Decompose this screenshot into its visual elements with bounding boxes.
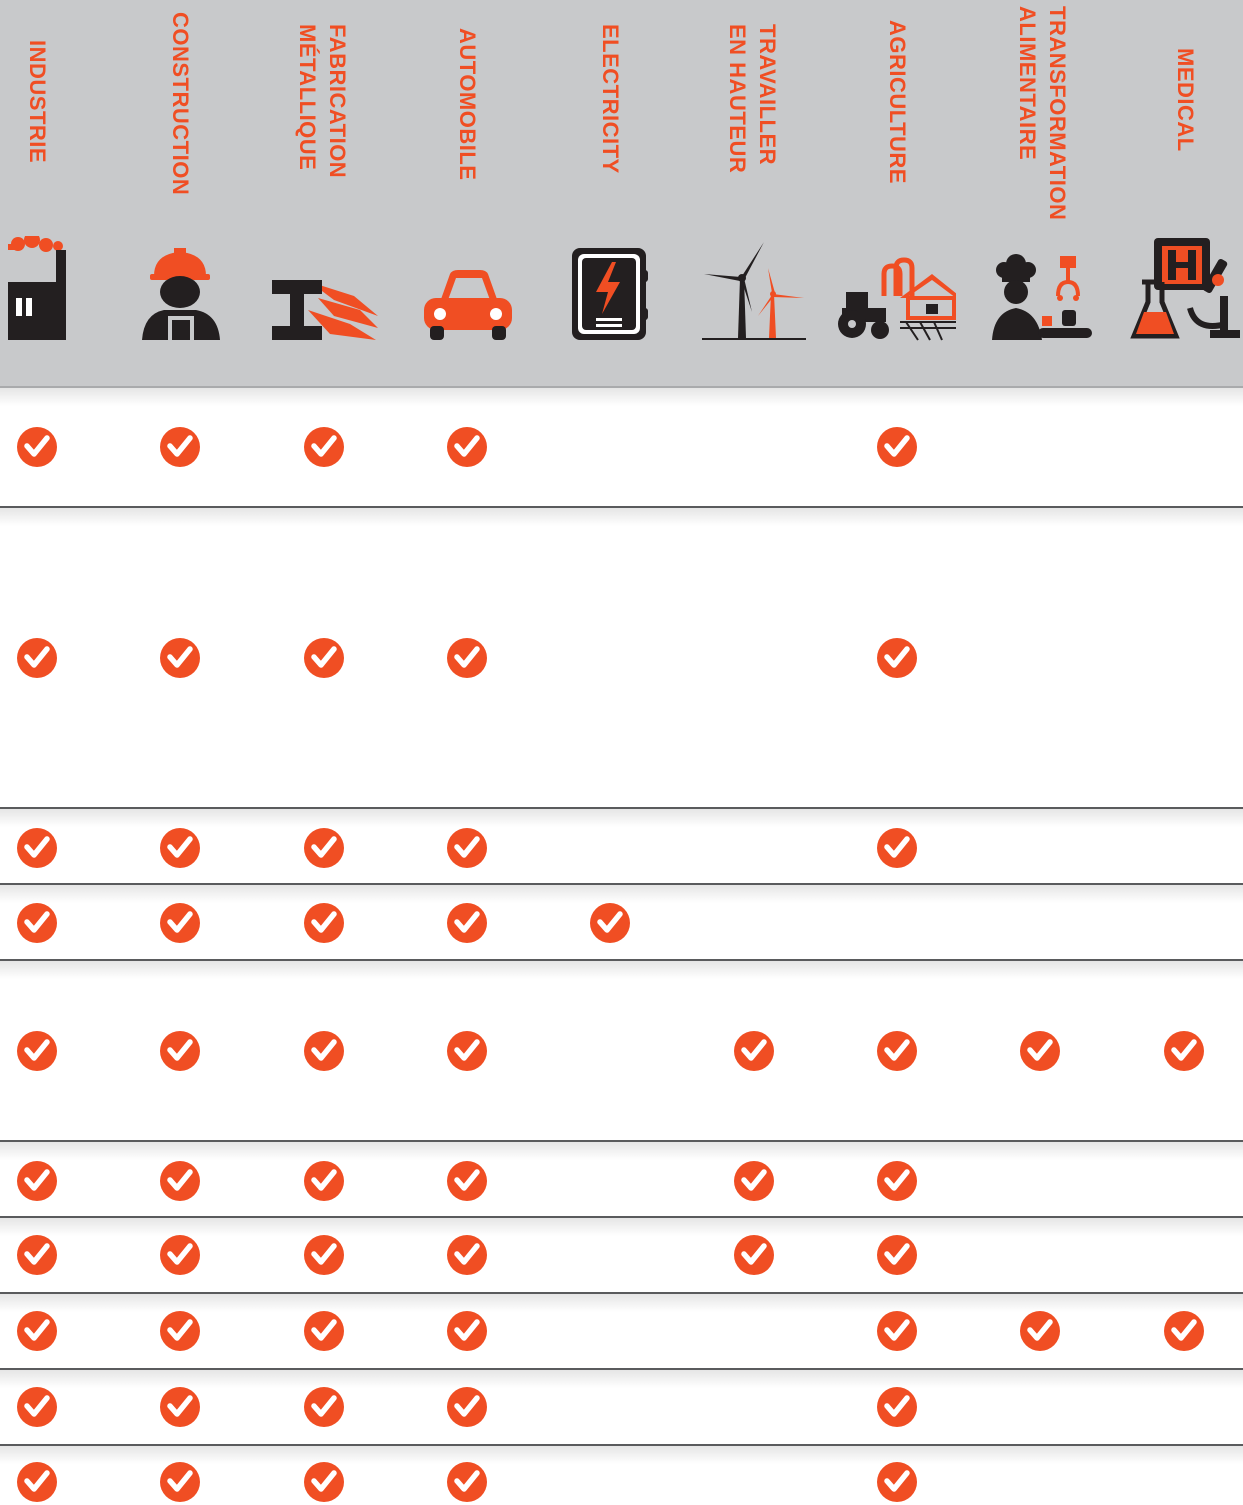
- check-icon: [17, 1462, 57, 1502]
- column-label-agriculture: AGRICULTURE: [885, 20, 910, 184]
- row-divider-shadow: [0, 961, 1243, 979]
- check-icon: [17, 1311, 57, 1351]
- check-icon: [447, 1235, 487, 1275]
- check-icon: [447, 638, 487, 678]
- check-icon: [160, 1235, 200, 1275]
- check-icon: [17, 1235, 57, 1275]
- check-icon: [17, 1387, 57, 1427]
- check-icon: [734, 1235, 774, 1275]
- check-icon: [877, 1311, 917, 1351]
- check-icon: [877, 1387, 917, 1427]
- check-icon: [1020, 1311, 1060, 1351]
- column-label-construction: CONSTRUCTION: [168, 12, 193, 196]
- column-label-industrie: INDUSTRIE: [25, 40, 50, 164]
- medical-lab-icon: [1130, 236, 1240, 346]
- check-icon: [160, 1311, 200, 1351]
- check-icon: [304, 1031, 344, 1071]
- check-icon: [17, 903, 57, 943]
- farm-tractor-icon: [836, 236, 956, 346]
- check-icon: [877, 1161, 917, 1201]
- check-icon: [17, 1161, 57, 1201]
- chef-food-processing-icon: [986, 236, 1096, 346]
- check-icon: [447, 1462, 487, 1502]
- check-icon: [877, 1462, 917, 1502]
- check-icon: [447, 828, 487, 868]
- check-icon: [447, 427, 487, 467]
- row-divider-shadow: [0, 1294, 1243, 1312]
- check-icon: [304, 903, 344, 943]
- check-icon: [877, 1031, 917, 1071]
- industry-applications-matrix: INDUSTRIE CONSTRUCTION FABRICATION MÉTAL…: [0, 0, 1243, 1505]
- check-icon: [17, 638, 57, 678]
- wind-turbine-icon: [698, 236, 808, 346]
- check-icon: [17, 828, 57, 868]
- factory-icon: [0, 236, 110, 346]
- check-icon: [304, 1235, 344, 1275]
- check-icon: [1164, 1031, 1204, 1071]
- column-label-transformation-alimentaire: TRANSFORMATION ALIMENTAIRE: [1015, 6, 1070, 221]
- check-icon: [1020, 1031, 1060, 1071]
- check-icon: [1164, 1311, 1204, 1351]
- check-icon: [304, 1311, 344, 1351]
- check-icon: [17, 1031, 57, 1071]
- check-icon: [877, 1235, 917, 1275]
- check-icon: [734, 1161, 774, 1201]
- row-divider-shadow: [0, 1218, 1243, 1236]
- column-label-medical: MEDICAL: [1173, 48, 1198, 152]
- check-icon: [447, 1031, 487, 1071]
- column-label-automobile: AUTOMOBILE: [455, 28, 480, 181]
- steel-beam-icon: [268, 236, 378, 346]
- check-icon: [160, 427, 200, 467]
- check-icon: [304, 638, 344, 678]
- car-icon: [412, 236, 522, 346]
- check-icon: [304, 1462, 344, 1502]
- check-icon: [447, 1311, 487, 1351]
- check-icon: [160, 638, 200, 678]
- check-icon: [17, 427, 57, 467]
- check-icon: [734, 1031, 774, 1071]
- check-icon: [590, 903, 630, 943]
- row-divider-shadow: [0, 809, 1243, 827]
- row-divider-shadow: [0, 1142, 1243, 1160]
- column-label-travailler-en-hauteur: TRAVAILLER EN HAUTEUR: [725, 24, 780, 174]
- column-label-fabrication-metallique: FABRICATION MÉTALLIQUE: [295, 24, 350, 179]
- row-divider-shadow: [0, 885, 1243, 903]
- row-divider-shadow: [0, 1370, 1243, 1388]
- check-icon: [877, 427, 917, 467]
- check-icon: [160, 1161, 200, 1201]
- check-icon: [160, 1387, 200, 1427]
- header-shadow: [0, 388, 1243, 406]
- check-icon: [304, 1387, 344, 1427]
- check-icon: [447, 1161, 487, 1201]
- check-icon: [160, 903, 200, 943]
- industry-header: INDUSTRIE CONSTRUCTION FABRICATION MÉTAL…: [0, 0, 1243, 388]
- check-icon: [160, 1462, 200, 1502]
- check-icon: [447, 903, 487, 943]
- check-icon: [304, 828, 344, 868]
- check-icon: [304, 427, 344, 467]
- check-icon: [877, 638, 917, 678]
- check-icon: [877, 828, 917, 868]
- check-icon: [304, 1161, 344, 1201]
- check-icon: [160, 828, 200, 868]
- construction-worker-icon: [126, 236, 236, 346]
- row-divider-shadow: [0, 508, 1243, 526]
- check-icon: [160, 1031, 200, 1071]
- check-icon: [447, 1387, 487, 1427]
- column-label-electricity: ELECTRICITY: [598, 24, 623, 174]
- electrical-panel-icon: [556, 236, 666, 346]
